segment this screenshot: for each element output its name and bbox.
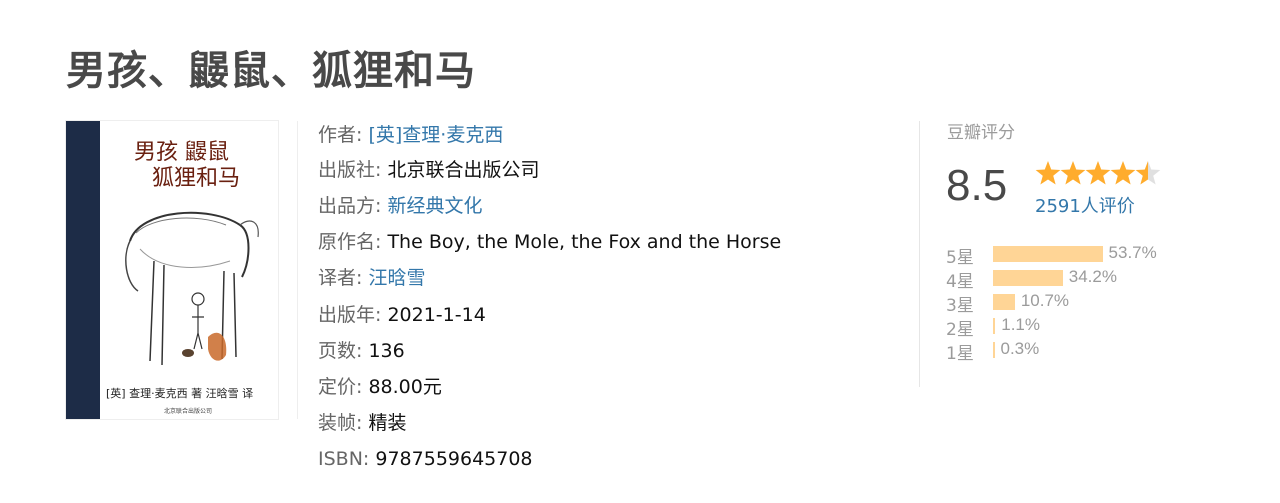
- book-info: 作者: [英]查理·麦克西 出版社: 北京联合出版公司 出品方: 新经典文化 原…: [297, 121, 897, 470]
- info-price: 定价: 88.00元: [318, 376, 442, 398]
- info-translator: 译者: 汪晗雪: [318, 267, 426, 289]
- info-producer: 出品方: 新经典文化: [318, 195, 483, 217]
- rating-bar-label: 1星: [946, 344, 974, 364]
- book-cover-image[interactable]: 男孩 鼹鼠 狐狸和马 [英] 查理·麦克西 著 汪晗雪 译 北京联合出版公司: [66, 121, 278, 419]
- rating-bar: [993, 318, 996, 334]
- rating-bar-row: 4星 34.2%: [946, 267, 1186, 292]
- info-isbn: ISBN: 9787559645708: [318, 448, 533, 470]
- rating-bar-label: 5星: [946, 248, 974, 268]
- info-author: 作者: [英]查理·麦克西: [318, 124, 504, 146]
- rating-votes-link[interactable]: 2591人评价: [1035, 192, 1135, 218]
- rating-bar: [993, 270, 1063, 286]
- star-icon: [1135, 161, 1161, 185]
- star-icon: [1060, 161, 1086, 185]
- cover-illustration: 男孩 鼹鼠 狐狸和马 [英] 查理·麦克西 著 汪晗雪 译 北京联合出版公司: [106, 140, 259, 415]
- translator-link[interactable]: 汪晗雪: [368, 267, 425, 289]
- rating-bar-label: 3星: [946, 296, 974, 316]
- rating-panel: 豆瓣评分 8.5 2591人评价 5星 53.7% 4星 34.2% 3星 10.7% 2星…: [919, 121, 1180, 387]
- rating-bar: [993, 342, 995, 358]
- rating-bar-label: 4星: [946, 272, 974, 292]
- star-icon: [1110, 161, 1136, 185]
- cover-title-line1: 男孩 鼹鼠: [134, 140, 229, 165]
- rating-bar-row: 1星 0.3%: [946, 339, 1186, 364]
- rating-bar-percent: 34.2%: [1068, 267, 1117, 286]
- rating-bar-row: 3星 10.7%: [946, 291, 1186, 316]
- rating-bar-percent: 0.3%: [1000, 339, 1040, 358]
- rating-score: 8.5: [946, 161, 1008, 210]
- cover-title-line2: 狐狸和马: [152, 166, 240, 191]
- author-link[interactable]: [英]查理·麦克西: [368, 124, 503, 146]
- info-year: 出版年: 2021-1-14: [318, 304, 486, 326]
- rating-stars: [1035, 159, 1165, 187]
- rating-bar-row: 2星 1.1%: [946, 315, 1186, 340]
- rating-bar-label: 2星: [946, 320, 974, 340]
- info-publisher: 出版社: 北京联合出版公司: [318, 159, 540, 181]
- rating-bar-percent: 1.1%: [1001, 315, 1040, 334]
- rating-bar: [993, 246, 1103, 262]
- rating-bar-row: 5星 53.7%: [946, 243, 1186, 268]
- producer-link[interactable]: 新经典文化: [387, 195, 482, 217]
- star-icon: [1085, 161, 1111, 185]
- rating-bar-percent: 53.7%: [1108, 243, 1157, 262]
- info-pages: 页数: 136: [318, 340, 405, 362]
- rating-bar-percent: 10.7%: [1020, 291, 1070, 310]
- cover-publisher-mark: 北京联合出版公司: [164, 407, 212, 415]
- book-title: 男孩、鼹鼠、狐狸和马: [66, 48, 476, 94]
- info-original-title: 原作名: The Boy, the Mole, the Fox and the …: [318, 231, 782, 253]
- cover-spine: [66, 121, 100, 419]
- star-icon: [1035, 161, 1061, 185]
- cover-byline: [英] 查理·麦克西 著 汪晗雪 译: [106, 386, 253, 400]
- rating-title: 豆瓣评分: [947, 123, 1015, 143]
- info-binding: 装帧: 精装: [318, 412, 407, 434]
- rating-bar: [993, 294, 1015, 310]
